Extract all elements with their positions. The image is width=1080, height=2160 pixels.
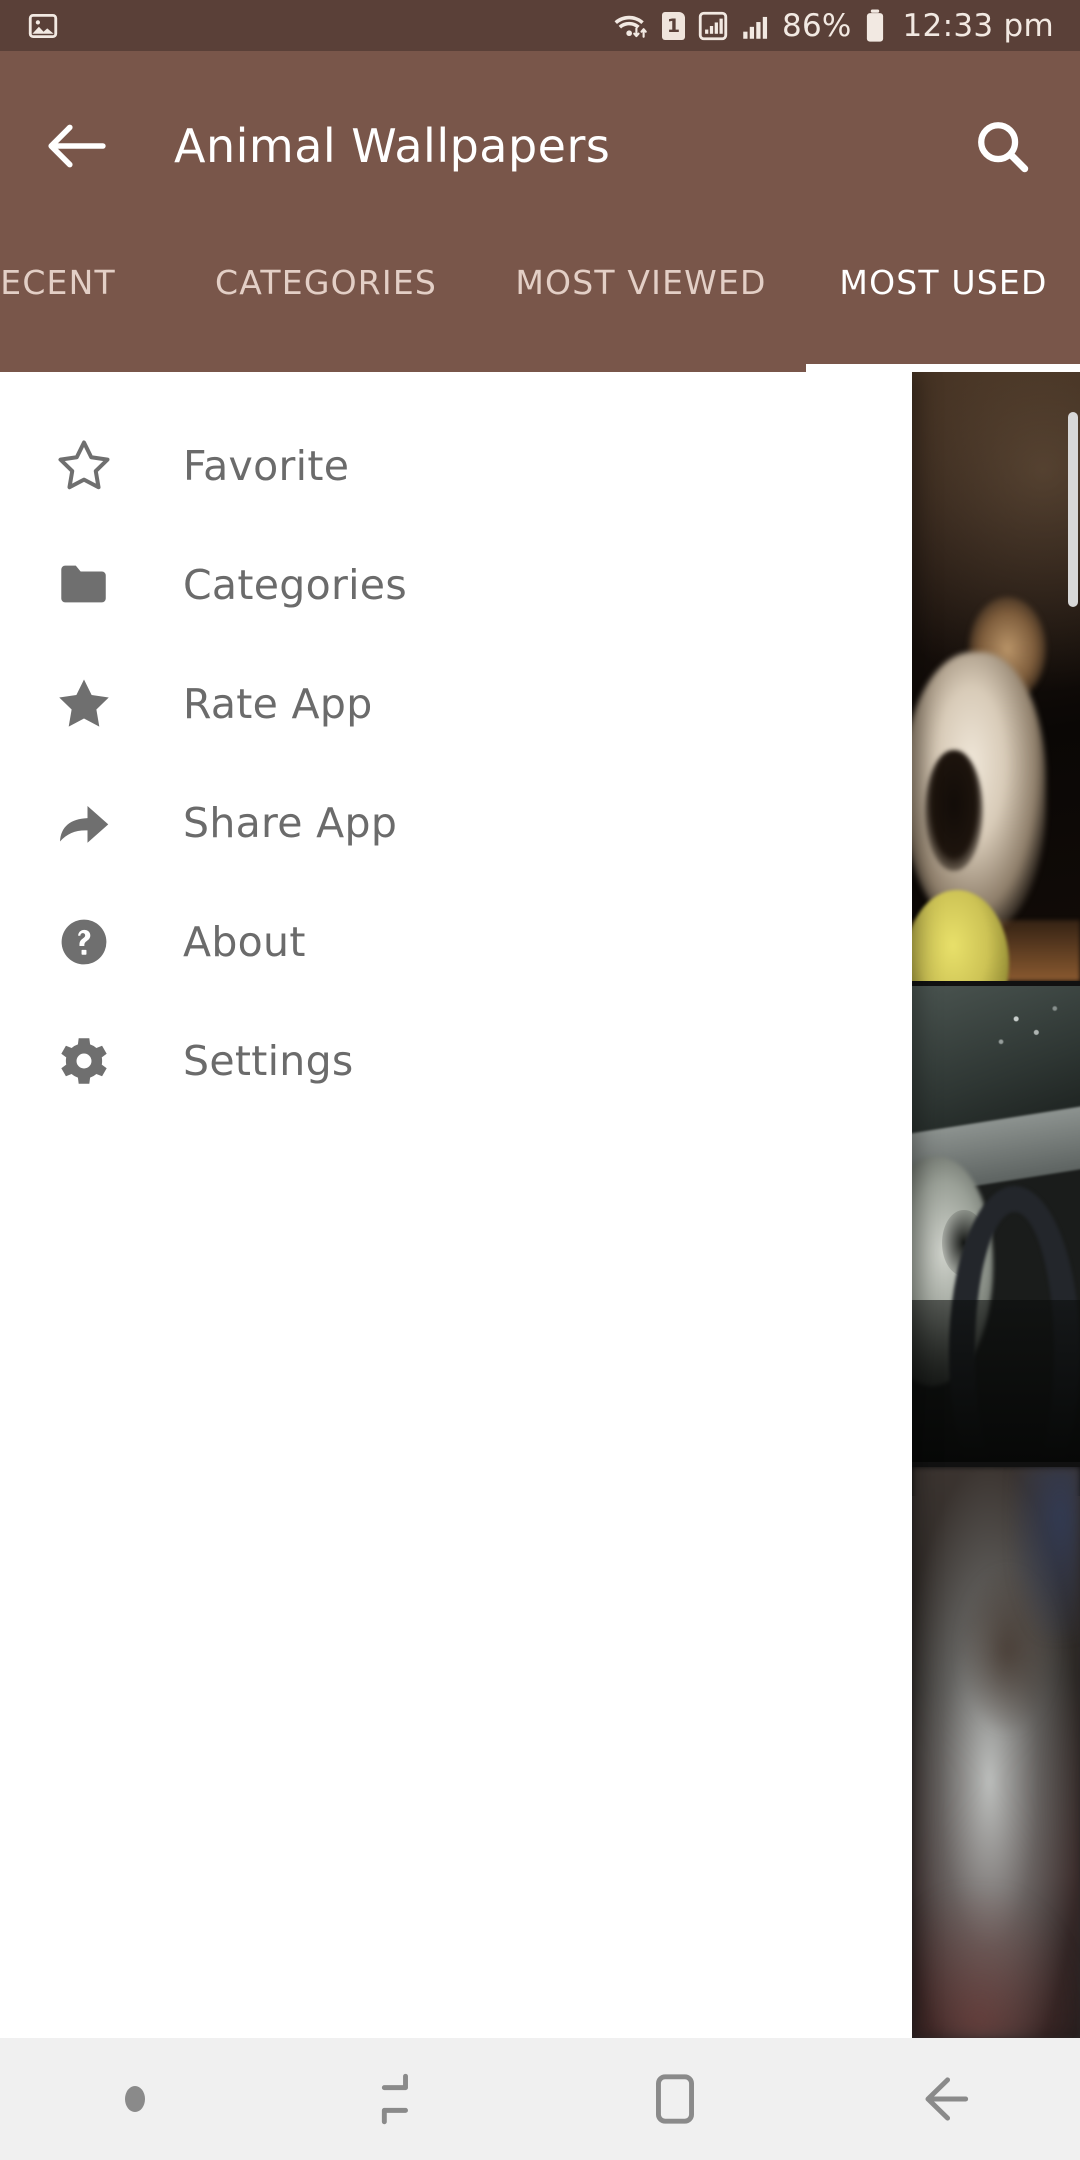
drawer-item-settings[interactable]: Settings [0,1001,912,1120]
nav-home-button[interactable] [540,2038,810,2160]
signal-bars-icon [743,16,768,39]
image-notification-icon [28,13,58,38]
page-title: Animal Wallpapers [174,119,611,173]
tab-most-viewed[interactable]: MOST VIEWED [476,241,806,372]
tab-recent[interactable]: RECENT [0,241,176,372]
android-navigation-bar [0,2038,1080,2160]
app-bar-top-row: Animal Wallpapers [0,51,1080,241]
status-bar-right-icons: 1 86% 12:33 pm [613,8,1054,44]
battery-full-icon [866,9,883,42]
star-outline-icon [46,428,122,504]
navigation-drawer[interactable]: Favorite Categories Rate App Share App A… [0,372,912,2038]
status-bar-left-icons [26,9,60,43]
signal-boxed-icon [698,11,728,40]
nav-back-button[interactable] [810,2038,1080,2160]
status-bar-clock: 12:33 pm [902,7,1054,44]
wallpaper-thumbnail-pale-animal[interactable] [912,1467,1080,2038]
tab-categories[interactable]: CATEGORIES [176,241,476,372]
app-bar: Animal Wallpapers RECENT CATEGORIES MOST V… [0,51,1080,372]
nav-dot-indicator[interactable] [0,2038,270,2160]
tab-label: CATEGORIES [214,263,438,302]
wallpaper-image-1 [912,372,1080,981]
back-arrow-icon [925,2077,969,2121]
nav-recents-button[interactable] [270,2038,540,2160]
drawer-item-label: Favorite [183,441,350,490]
gear-icon [46,1023,122,1099]
wifi-data-transfer-icon [614,15,647,38]
status-bar: 1 86% 12:33 pm [0,0,1080,51]
tab-label: MOST VIEWED [515,263,767,302]
wallpaper-image-2 [912,986,1080,1462]
drawer-item-rate-app[interactable]: Rate App [0,644,912,763]
star-filled-icon [46,666,122,742]
tab-strip[interactable]: RECENT CATEGORIES MOST VIEWED MOST USED [0,241,1080,372]
dot-icon [125,2086,145,2112]
wallpaper-grid-column[interactable] [912,372,1080,2038]
sim-1-icon: 1 [662,11,686,40]
drawer-item-label: Share App [183,798,398,847]
question-circle-icon [46,904,122,980]
drawer-item-categories[interactable]: Categories [0,525,912,644]
wallpaper-grid-scrollbar[interactable] [1068,412,1078,607]
recents-icon [381,2073,408,2125]
drawer-item-label: Rate App [183,679,373,728]
arrow-left-icon [48,124,106,168]
tab-most-used[interactable]: MOST USED [806,241,1080,372]
home-square-icon [656,2074,694,2124]
wallpaper-thumbnail-husky-puppy[interactable] [912,372,1080,981]
back-button[interactable] [40,110,112,182]
tab-label: MOST USED [839,263,1048,302]
folder-icon [46,547,122,623]
share-arrow-icon [46,785,122,861]
drawer-item-label: Categories [183,560,407,609]
wallpaper-thumbnail-dog-in-car[interactable] [912,986,1080,1462]
search-icon [978,122,1029,173]
drawer-item-label: About [183,917,306,966]
drawer-item-share-app[interactable]: Share App [0,763,912,882]
tab-label: RECENT [0,263,116,302]
drawer-item-favorite[interactable]: Favorite [0,406,912,525]
wallpaper-image-3 [912,1467,1080,2038]
search-button[interactable] [964,108,1040,184]
drawer-item-label: Settings [183,1036,354,1085]
tab-active-indicator [806,364,1080,372]
battery-percent-label: 86% [782,7,852,44]
drawer-item-about[interactable]: About [0,882,912,1001]
